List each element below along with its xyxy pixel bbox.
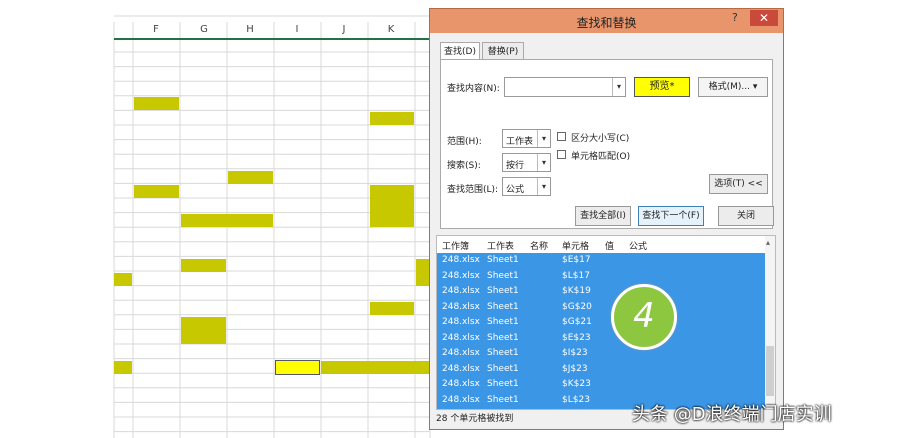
match-case-checkbox[interactable] — [557, 132, 566, 141]
chevron-down-icon[interactable]: ▾ — [537, 154, 550, 171]
look-in-label: 查找范围(L): — [447, 185, 499, 195]
search-value: 按行 — [506, 161, 525, 171]
results-header: 工作簿 工作表 名称 单元格 值 公式 — [437, 236, 765, 252]
active-cell[interactable] — [275, 360, 320, 375]
result-row[interactable]: 248.xlsx Sheet1 $K$23 — [437, 377, 765, 392]
help-icon[interactable]: ? — [732, 11, 738, 24]
highlighted-cell[interactable] — [228, 171, 273, 184]
results-rows: 248.xlsx Sheet1 $E$17 248.xlsx Sheet1 $L$17 … — [437, 253, 765, 409]
chevron-down-icon[interactable]: ▾ — [537, 178, 550, 195]
options-button[interactable]: 选项(T) << — [709, 174, 768, 194]
dialog-titlebar[interactable]: 查找和替换 ? ✕ — [430, 9, 783, 33]
scope-value: 工作表 — [506, 137, 534, 147]
highlighted-cell[interactable] — [370, 112, 414, 125]
find-next-button[interactable]: 查找下一个(F) — [638, 206, 704, 226]
dialog-title: 查找和替换 — [576, 16, 637, 30]
highlighted-cell[interactable] — [114, 273, 132, 286]
results-list[interactable]: 工作簿 工作表 名称 单元格 值 公式 248.xlsx Sheet1 $E$17 … — [436, 235, 776, 410]
highlighted-cell[interactable] — [370, 185, 414, 227]
look-in-value: 公式 — [506, 185, 525, 195]
highlighted-cell[interactable] — [114, 361, 132, 374]
tab-replace[interactable]: 替换(P) — [482, 42, 524, 60]
match-case-label: 区分大小写(C) — [571, 134, 630, 144]
step-number-badge: 4 — [611, 284, 677, 350]
find-what-input[interactable]: ▾ — [504, 77, 626, 97]
column-header-j[interactable]: J — [321, 24, 367, 35]
format-button[interactable]: 格式(M)... ▾ — [698, 77, 768, 97]
find-all-button[interactable]: 查找全部(I) — [575, 206, 631, 226]
result-row[interactable]: 248.xlsx Sheet1 $G$21 — [437, 315, 765, 330]
search-label: 搜索(S): — [447, 161, 481, 171]
close-button[interactable]: 关闭 — [718, 206, 774, 226]
scroll-up-icon[interactable]: ▴ — [766, 238, 770, 247]
result-row[interactable]: 248.xlsx Sheet1 $J$23 — [437, 362, 765, 377]
watermark-text: 头条 @D浪终端门店实训 — [632, 404, 832, 425]
result-row[interactable]: 248.xlsx Sheet1 $E$17 — [437, 253, 765, 268]
column-header-k[interactable]: K — [368, 24, 414, 35]
column-header-row: F G H I J K — [114, 22, 434, 40]
highlighted-cell[interactable] — [134, 97, 179, 110]
result-row[interactable]: 248.xlsx Sheet1 $G$20 — [437, 300, 765, 315]
highlighted-cell[interactable] — [181, 317, 226, 344]
result-row[interactable]: 248.xlsx Sheet1 $L$17 — [437, 269, 765, 284]
highlighted-cell[interactable] — [181, 214, 273, 227]
highlighted-cell[interactable] — [416, 259, 430, 286]
column-header-g[interactable]: G — [181, 24, 227, 35]
find-what-label: 查找内容(N): — [447, 84, 500, 94]
chevron-down-icon[interactable]: ▾ — [537, 130, 550, 147]
result-row[interactable]: 248.xlsx Sheet1 $I$23 — [437, 346, 765, 361]
chevron-down-icon[interactable]: ▾ — [612, 78, 625, 96]
header-sheet[interactable]: 工作表 — [487, 239, 514, 252]
result-row[interactable]: 248.xlsx Sheet1 $K$19 — [437, 284, 765, 299]
close-icon[interactable]: ✕ — [750, 10, 778, 26]
header-formula[interactable]: 公式 — [629, 239, 647, 252]
column-header-f[interactable]: F — [133, 24, 179, 35]
chevron-down-icon: ▾ — [752, 82, 758, 92]
scope-select[interactable]: 工作表 ▾ — [502, 129, 551, 148]
search-select[interactable]: 按行 ▾ — [502, 153, 551, 172]
format-preview-button[interactable]: 预览* — [634, 77, 690, 97]
match-cell-label: 单元格匹配(O) — [571, 152, 631, 162]
highlighted-cell[interactable] — [181, 259, 226, 272]
header-workbook[interactable]: 工作簿 — [442, 239, 469, 252]
column-header-h[interactable]: H — [227, 24, 273, 35]
result-row[interactable]: 248.xlsx Sheet1 $E$23 — [437, 331, 765, 346]
match-cell-checkbox[interactable] — [557, 150, 566, 159]
find-replace-dialog: 查找和替换 ? ✕ 查找(D) 替换(P) 查找内容(N): ▾ 预览* 格式(… — [429, 8, 784, 430]
find-panel: 查找内容(N): ▾ 预览* 格式(M)... ▾ 范围(H): 工作表 ▾ 区… — [440, 59, 773, 229]
column-header-i[interactable]: I — [274, 24, 320, 35]
highlighted-cell[interactable] — [134, 185, 179, 198]
header-value[interactable]: 值 — [605, 239, 614, 252]
header-cell[interactable]: 单元格 — [562, 239, 589, 252]
scroll-thumb[interactable] — [766, 346, 774, 396]
status-text: 28 个单元格被找到 — [436, 414, 514, 424]
look-in-select[interactable]: 公式 ▾ — [502, 177, 551, 196]
results-scrollbar[interactable]: ▴ — [765, 236, 775, 409]
scope-label: 范围(H): — [447, 137, 482, 147]
header-name[interactable]: 名称 — [530, 239, 548, 252]
format-button-label: 格式(M)... — [708, 82, 750, 92]
highlighted-cell[interactable] — [370, 302, 414, 315]
highlighted-cell[interactable] — [321, 361, 431, 374]
